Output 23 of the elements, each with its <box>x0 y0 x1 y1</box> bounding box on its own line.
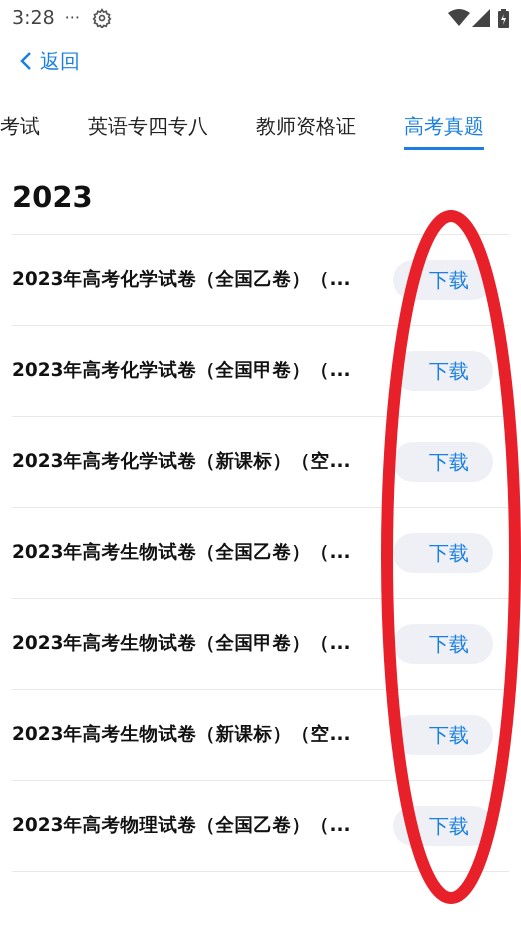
paper-title: 2023年高考化学试卷（全国乙卷）（... <box>12 268 352 292</box>
settings-icon <box>92 8 112 28</box>
paper-title: 2023年高考物理试卷（全国乙卷）（... <box>12 814 352 838</box>
tab[interactable]: 教师资格证 <box>256 111 356 150</box>
signal-icon <box>472 9 490 27</box>
tab[interactable]: 高考真题 <box>404 111 484 150</box>
paper-title: 2023年高考生物试卷（全国甲卷）（... <box>12 632 352 656</box>
tab[interactable]: 考试 <box>0 111 40 150</box>
more-dots: ··· <box>64 7 80 29</box>
paper-title: 2023年高考化学试卷（全国甲卷）（... <box>12 358 352 383</box>
download-button[interactable]: 下载 <box>393 532 493 572</box>
paper-title: 2023年高考化学试卷（新课标）（空... <box>12 450 352 474</box>
paper-title: 2023年高考生物试卷（全国乙卷）（... <box>12 540 352 565</box>
status-time: 3:28 <box>12 6 55 31</box>
wifi-icon <box>448 9 470 27</box>
download-button[interactable]: 下载 <box>393 624 493 664</box>
download-button[interactable]: 下载 <box>393 442 493 482</box>
chevron-left-icon <box>20 51 32 71</box>
tab[interactable]: 英语专四专八 <box>88 111 208 150</box>
back-button[interactable]: 返回 <box>20 46 80 76</box>
section-title: 2023 <box>12 179 94 216</box>
paper-title: 2023年高考生物试卷（新课标）（空... <box>12 722 352 747</box>
battery-icon <box>498 8 509 28</box>
